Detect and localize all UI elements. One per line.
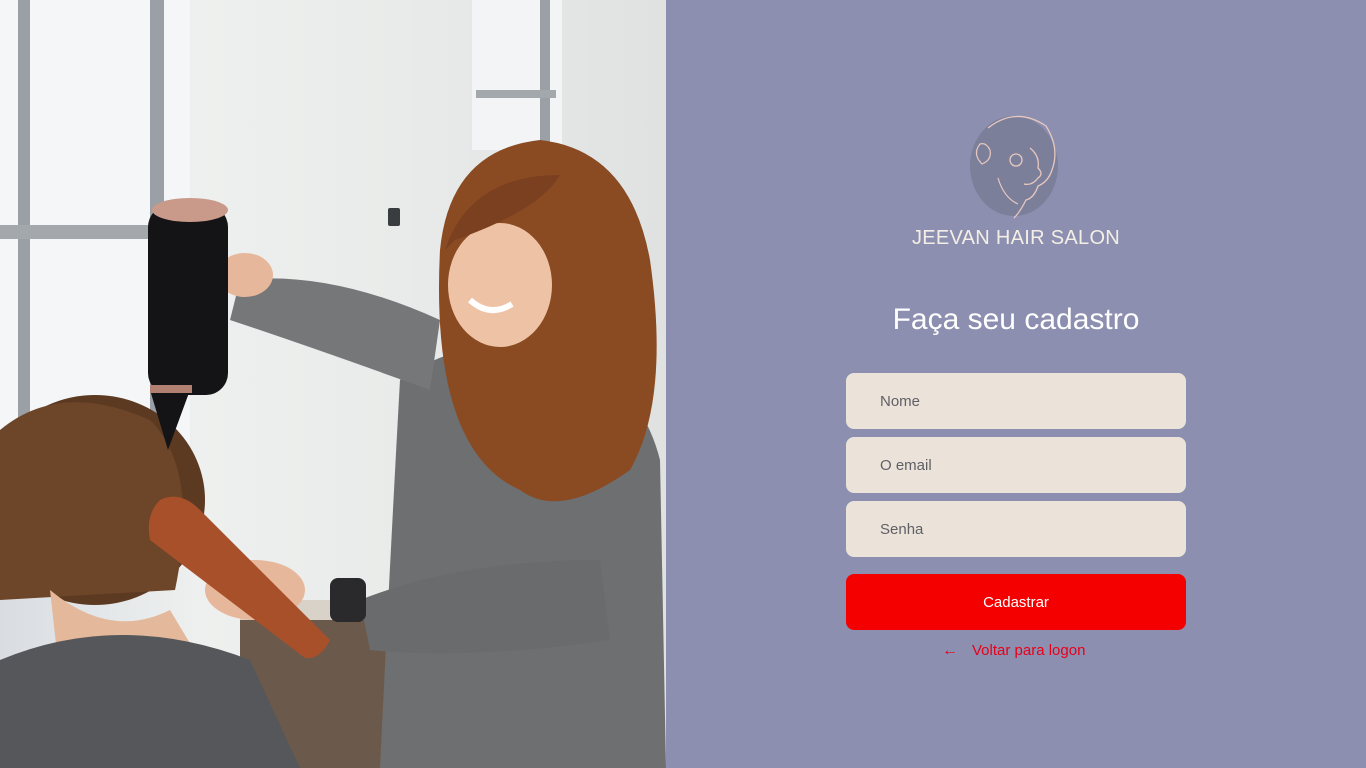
hero-salon-photo [0,0,666,768]
register-panel: JEEVAN HAIR SALON Faça seu cadastro Cada… [666,0,1366,768]
arrow-left-icon: ← [942,641,958,659]
password-input[interactable] [846,501,1186,557]
brand-name: JEEVAN HAIR SALON [911,227,1121,249]
page-title: Faça seu cadastro [892,303,1140,336]
email-input[interactable] [846,437,1186,493]
name-input[interactable] [846,373,1186,429]
back-to-logon-link[interactable]: ← Voltar para logon [942,642,1085,659]
salon-photo-illustration [0,0,666,768]
salon-face-icon [968,108,1064,220]
back-link-label: Voltar para logon [972,642,1086,659]
register-button[interactable]: Cadastrar [846,574,1186,630]
